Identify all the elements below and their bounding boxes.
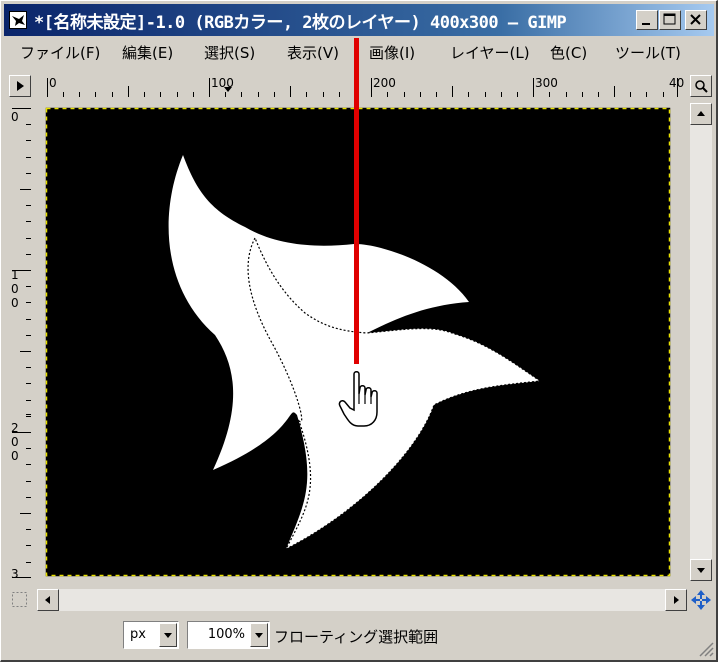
arrow-left-icon <box>45 596 50 604</box>
resize-grip-icon[interactable] <box>696 639 714 657</box>
vruler-label-200: 200 <box>11 421 19 463</box>
unit-dropdown-arrow[interactable] <box>159 623 177 647</box>
zoom-value: 100% <box>207 627 245 642</box>
quick-mask-toggle[interactable] <box>9 589 31 611</box>
hruler-label-200: 200 <box>373 76 396 90</box>
vertical-ruler[interactable]: 0 100 200 3 <box>9 103 31 579</box>
zoom-dropdown-arrow[interactable] <box>250 623 268 647</box>
status-message: フローティング選択範囲 <box>274 628 439 646</box>
horizontal-scrollbar[interactable] <box>37 589 687 611</box>
play-arrow-icon <box>17 81 24 91</box>
gimp-app-icon[interactable] <box>9 11 27 29</box>
navigate-cross-arrows-icon <box>691 590 711 610</box>
window-title: *[名称未設定]-1.0 (RGBカラー, 2枚のレイヤー) 400x300 –… <box>34 13 567 33</box>
scroll-down-button[interactable] <box>690 559 712 581</box>
magnifier-icon <box>695 80 708 93</box>
close-icon <box>690 14 701 25</box>
vruler-label-300: 3 <box>11 567 19 579</box>
arrow-down-icon <box>697 568 705 573</box>
hruler-label-400: 40 <box>669 76 685 90</box>
zoom-on-resize-button[interactable] <box>690 75 712 97</box>
hruler-label-100: 100 <box>211 76 234 90</box>
title-bar[interactable]: *[名称未設定]-1.0 (RGBカラー, 2枚のレイヤー) 400x300 –… <box>4 4 714 36</box>
gimp-image-window: *[名称未設定]-1.0 (RGBカラー, 2枚のレイヤー) 400x300 –… <box>0 0 718 662</box>
annotation-pointer-line <box>354 38 359 364</box>
status-bar: px 100% フローティング選択範囲 <box>4 613 716 659</box>
maximize-icon <box>663 13 676 25</box>
close-button[interactable] <box>685 10 707 30</box>
scroll-left-button[interactable] <box>37 589 59 611</box>
vruler-label-0: 0 <box>11 110 19 124</box>
unit-dropdown[interactable]: px <box>123 621 179 649</box>
vertical-scrollbar[interactable] <box>690 103 712 581</box>
arrow-right-icon <box>674 596 679 604</box>
navigate-button[interactable] <box>690 589 712 611</box>
maximize-button[interactable] <box>659 10 681 30</box>
quick-mask-icon <box>12 592 27 607</box>
chevron-down-icon <box>255 633 263 638</box>
image-canvas[interactable] <box>37 103 685 585</box>
unit-value: px <box>130 627 146 642</box>
minimize-button[interactable] <box>636 10 658 30</box>
menu-select[interactable]: 選択(S) <box>204 42 255 63</box>
scroll-right-button[interactable] <box>665 589 687 611</box>
scroll-up-button[interactable] <box>690 103 712 125</box>
menu-tools[interactable]: ツール(T) <box>615 42 681 63</box>
vruler-label-100: 100 <box>11 268 19 310</box>
horizontal-ruler[interactable]: 0 100 200 300 40 <box>34 75 685 97</box>
menu-edit[interactable]: 編集(E) <box>122 42 173 63</box>
menu-view[interactable]: 表示(V) <box>287 42 339 63</box>
menu-layer[interactable]: レイヤー(L) <box>450 42 530 63</box>
arrow-up-icon <box>697 111 705 116</box>
menu-file[interactable]: ファイル(F) <box>20 42 100 63</box>
menu-image[interactable]: 画像(I) <box>369 42 415 63</box>
menu-colors[interactable]: 色(C) <box>550 42 587 63</box>
hand-pointer-icon <box>338 371 378 427</box>
image-menu-button[interactable] <box>9 75 31 97</box>
menu-bar: ファイル(F) 編集(E) 選択(S) 表示(V) 画像(I) レイヤー(L) … <box>4 39 716 65</box>
zoom-dropdown[interactable]: 100% <box>187 621 270 649</box>
minimize-icon <box>642 23 650 25</box>
chevron-down-icon <box>164 633 172 638</box>
hruler-label-0: 0 <box>49 76 57 90</box>
hruler-label-300: 300 <box>535 76 558 90</box>
